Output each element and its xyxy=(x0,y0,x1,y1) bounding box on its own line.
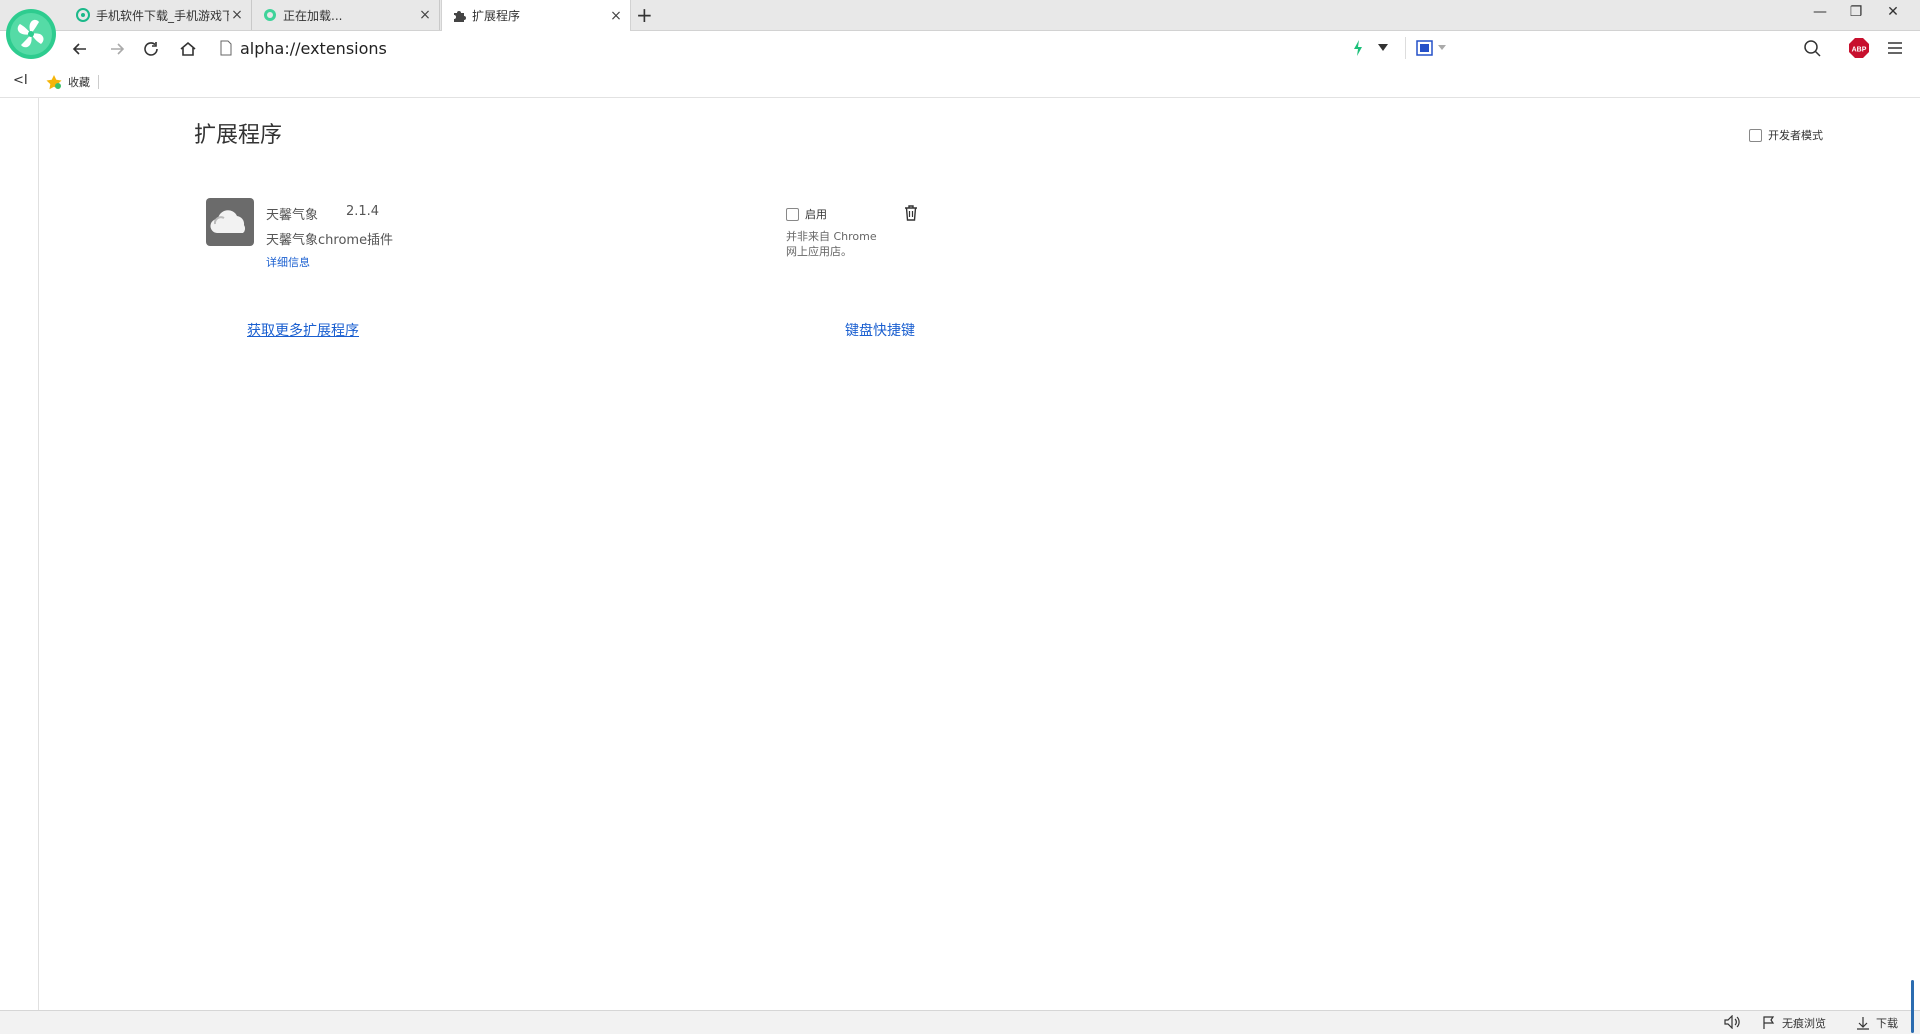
favorites-button[interactable]: 收藏 xyxy=(46,74,90,90)
extension-details-link[interactable]: 详细信息 xyxy=(266,254,310,270)
sidebar-toggle-button[interactable]: <I xyxy=(13,73,28,88)
tab-extensions[interactable]: 扩展程序 × xyxy=(441,0,631,31)
extension-version: 2.1.4 xyxy=(346,204,380,219)
developer-mode-label: 开发者模式 xyxy=(1768,129,1823,142)
adblock-icon[interactable]: ABP xyxy=(1849,38,1869,58)
menu-icon[interactable] xyxy=(1887,39,1903,57)
status-bar: 无痕浏览 下载 xyxy=(0,1010,1920,1034)
dropdown-arrow-icon[interactable] xyxy=(1438,45,1446,51)
tab-title: 扩展程序 xyxy=(472,9,521,23)
get-more-extensions-link[interactable]: 获取更多扩展程序 xyxy=(247,320,359,340)
trash-icon[interactable] xyxy=(904,205,918,221)
puzzle-icon xyxy=(454,10,466,22)
keyboard-shortcuts-link[interactable]: 键盘快捷键 xyxy=(845,320,915,340)
favorites-label: 收藏 xyxy=(68,76,90,89)
tab-loading[interactable]: 正在加载... × xyxy=(253,0,440,30)
screenshot-icon[interactable] xyxy=(1416,39,1434,57)
speaker-icon xyxy=(1724,1015,1740,1029)
tab-title: 正在加载... xyxy=(283,8,343,23)
lightning-icon[interactable] xyxy=(1352,39,1364,57)
browser-logo[interactable] xyxy=(6,9,56,59)
download-icon xyxy=(1857,1017,1869,1030)
download-label: 下载 xyxy=(1876,1017,1898,1030)
tab-close-icon[interactable]: × xyxy=(229,7,245,23)
loading-favicon-icon xyxy=(264,9,276,21)
tab-title: 手机软件下载_手机游戏下 xyxy=(96,8,229,23)
enable-label: 启用 xyxy=(805,208,827,221)
page-icon xyxy=(220,40,232,56)
volume-button[interactable] xyxy=(1724,1015,1748,1029)
tab-close-icon[interactable]: × xyxy=(608,8,624,24)
adblock-label: ABP xyxy=(1852,47,1867,54)
bookmarks-bar: <I 收藏 xyxy=(0,67,1920,98)
bookmarks-divider xyxy=(98,75,99,89)
cloud-icon xyxy=(210,210,246,233)
developer-mode-toggle[interactable]: 开发者模式 xyxy=(1749,127,1823,143)
restore-icon[interactable]: ❐ xyxy=(1841,4,1871,20)
extension-warning: 并非来自 Chrome 网上应用店。 xyxy=(786,229,896,259)
site-favicon-icon xyxy=(76,8,90,22)
star-icon xyxy=(46,74,62,89)
warning-line: 并非来自 Chrome xyxy=(786,230,877,243)
flag-icon xyxy=(1763,1016,1775,1029)
tab-site[interactable]: 手机软件下载_手机游戏下 × xyxy=(66,0,252,30)
reload-icon[interactable] xyxy=(140,38,162,60)
address-input[interactable]: alpha://extensions xyxy=(240,39,387,58)
tab-close-icon[interactable]: × xyxy=(417,7,433,23)
home-icon[interactable] xyxy=(177,38,199,60)
new-tab-button[interactable]: + xyxy=(636,3,653,27)
close-window-icon[interactable]: ✕ xyxy=(1878,4,1908,20)
incognito-button[interactable]: 无痕浏览 xyxy=(1762,1015,1826,1031)
download-button[interactable]: 下载 xyxy=(1856,1015,1898,1031)
incognito-label: 无痕浏览 xyxy=(1782,1017,1826,1030)
tab-strip: 手机软件下载_手机游戏下 × 正在加载... × 扩展程序 × + — ❐ ✕ xyxy=(0,0,1920,31)
extension-icon xyxy=(206,198,254,246)
toolbar-divider xyxy=(1405,37,1406,59)
scroll-indicator xyxy=(1911,980,1914,1033)
extension-name: 天馨气象 xyxy=(266,208,319,223)
back-icon[interactable] xyxy=(69,38,91,60)
enable-checkbox[interactable] xyxy=(786,207,799,221)
search-icon[interactable] xyxy=(1803,39,1821,57)
developer-mode-checkbox[interactable] xyxy=(1749,128,1762,142)
forward-icon[interactable] xyxy=(106,38,128,60)
page-title: 扩展程序 xyxy=(194,123,283,148)
dropdown-arrow-icon[interactable] xyxy=(1378,44,1388,52)
extension-enable-toggle[interactable]: 启用 xyxy=(786,206,827,222)
warning-line: 网上应用店。 xyxy=(786,245,852,258)
sidebar-border xyxy=(38,98,39,1010)
minimize-icon[interactable]: — xyxy=(1805,4,1835,20)
extension-description: 天馨气象chrome插件 xyxy=(266,233,394,248)
address-toolbar: alpha://extensions ABP xyxy=(0,31,1920,68)
